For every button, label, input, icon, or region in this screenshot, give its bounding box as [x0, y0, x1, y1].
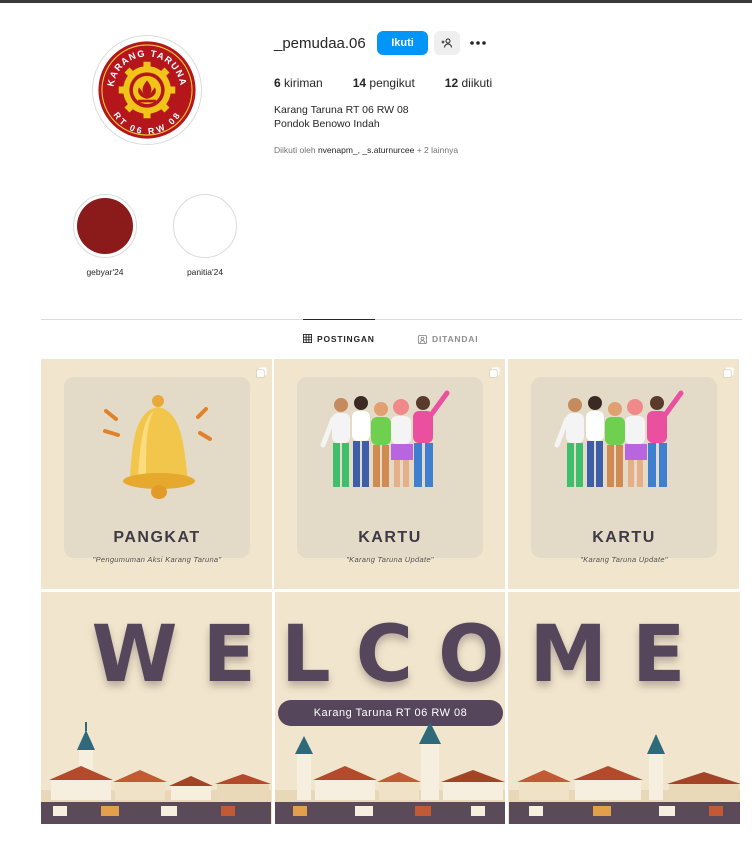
highlight-ring	[73, 194, 137, 258]
highlight-label: panitia'24	[186, 267, 224, 277]
post-card: KARTU "Karang Taruna Update"	[531, 377, 717, 564]
highlight-panitia[interactable]: panitia'24	[173, 194, 237, 277]
post-subtitle: "Karang Taruna Update"	[346, 555, 434, 564]
posts-stat: 6 kiriman	[274, 76, 323, 90]
post-card: KARTU "Karang Taruna Update"	[297, 377, 483, 564]
following-stat[interactable]: 12 diikuti	[445, 76, 492, 90]
highlight-ring	[173, 194, 237, 258]
post-tile[interactable]: KARTU "Karang Taruna Update"	[274, 359, 505, 589]
highlight-cover	[77, 198, 133, 254]
post-title: KARTU	[358, 529, 422, 546]
tabs-divider	[41, 319, 742, 320]
followers-stat[interactable]: 14 pengikut	[353, 76, 415, 90]
highlight-label: gebyar'24	[86, 267, 124, 277]
town-skyline-illustration	[41, 722, 740, 824]
multiple-photos-icon	[723, 367, 734, 378]
add-person-icon	[441, 38, 452, 48]
more-options-icon	[470, 41, 486, 45]
tagged-icon	[418, 334, 427, 344]
post-card: PANGKAT "Pengumuman Aksi Karang Taruna"	[64, 377, 250, 564]
karang-taruna-logo: KARANG TARUNA RT 06 RW 08	[95, 38, 199, 142]
followed-by-text[interactable]: Diikuti oleh nvenapm_, _s.aturnurcee + 2…	[274, 145, 458, 155]
post-subtitle: "Pengumuman Aksi Karang Taruna"	[92, 555, 222, 564]
multiple-photos-icon	[256, 367, 267, 378]
highlight-gebyar[interactable]: gebyar'24	[73, 194, 137, 277]
follow-button[interactable]: Ikuti	[377, 31, 428, 55]
post-title: PANGKAT	[113, 529, 201, 546]
profile-username: _pemudaa.06	[274, 35, 366, 52]
post-tile[interactable]: PANGKAT "Pengumuman Aksi Karang Taruna"	[41, 359, 272, 589]
multiple-photos-icon	[489, 367, 500, 378]
bio-line-1: Karang Taruna RT 06 RW 08	[274, 104, 409, 116]
more-options-button[interactable]	[468, 33, 488, 53]
highlight-cover	[177, 198, 233, 254]
profile-avatar[interactable]: KARANG TARUNA RT 06 RW 08	[92, 35, 202, 145]
grid-icon	[303, 334, 312, 343]
suggest-accounts-button[interactable]	[434, 31, 460, 55]
welcome-posts-row[interactable]: W E L C O M E Karang Taruna RT 06 RW 08	[41, 592, 740, 824]
welcome-heading: W E L C O M E	[91, 610, 690, 700]
bell-icon	[103, 395, 212, 499]
people-group-illustration	[320, 390, 450, 487]
grid-gap	[505, 592, 508, 824]
profile-bio: Karang Taruna RT 06 RW 08 Pondok Benowo …	[274, 103, 409, 131]
post-title: KARTU	[592, 529, 656, 546]
post-subtitle: "Karang Taruna Update"	[580, 555, 668, 564]
tab-tagged[interactable]: DITANDAI	[418, 320, 478, 358]
tab-posts[interactable]: POSTINGAN	[303, 319, 375, 357]
profile-stats: 6 kiriman 14 pengikut 12 diikuti	[274, 76, 492, 90]
grid-gap	[272, 592, 275, 824]
people-group-illustration	[554, 390, 684, 487]
window-top-border	[0, 0, 752, 3]
post-tile[interactable]: KARTU "Karang Taruna Update"	[508, 359, 739, 589]
bio-line-2: Pondok Benowo Indah	[274, 118, 380, 130]
